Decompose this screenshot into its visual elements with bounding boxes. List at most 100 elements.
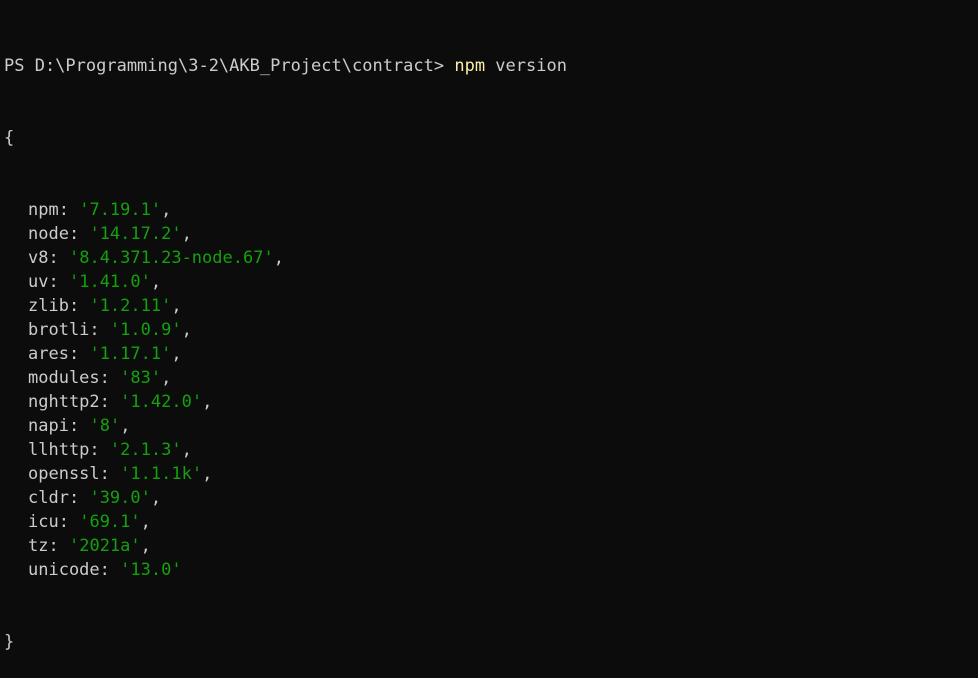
quote-close: ' — [140, 272, 151, 292]
entry-separator: : — [68, 296, 90, 316]
version-entry-brotli: brotli: '1.0.9', — [4, 318, 978, 342]
quote-open: ' — [89, 296, 100, 316]
entry-key: icu — [28, 512, 59, 532]
command-line: PS D:\Programming\3-2\AKB_Project\contra… — [4, 54, 978, 78]
version-entry-uv: uv: '1.41.0', — [4, 270, 978, 294]
quote-open: ' — [79, 512, 90, 532]
version-entry-nghttp2: nghttp2: '1.42.0', — [4, 390, 978, 414]
entry-trailing: , — [171, 296, 182, 316]
entry-value: 2021a — [79, 536, 131, 556]
entry-trailing: , — [181, 320, 192, 340]
quote-open: ' — [68, 248, 80, 268]
quote-open: ' — [68, 272, 80, 292]
quote-open: ' — [89, 488, 100, 508]
quote-close: ' — [171, 320, 182, 340]
entry-value: 69.1 — [89, 512, 131, 532]
entry-value: 1.2.11 — [99, 296, 162, 316]
entry-trailing: , — [150, 488, 162, 508]
entry-separator: : — [68, 344, 90, 364]
entry-trailing: , — [161, 368, 172, 388]
version-entry-ares: ares: '1.17.1', — [4, 342, 978, 366]
entry-value: 1.42.0 — [130, 392, 192, 412]
version-entry-unicode: unicode: '13.0' — [4, 558, 978, 582]
entry-separator: : — [58, 512, 80, 532]
quote-open: ' — [89, 416, 100, 436]
entry-trailing: , — [150, 272, 162, 292]
quote-close: ' — [150, 200, 162, 220]
open-brace: { — [4, 128, 15, 148]
entry-key: ares — [28, 344, 69, 364]
quote-open: ' — [79, 200, 90, 220]
quote-open: ' — [120, 464, 131, 484]
entry-key: unicode — [28, 560, 100, 580]
quote-close: ' — [171, 560, 182, 580]
entry-trailing: , — [181, 440, 192, 460]
version-entry-npm: npm: '7.19.1', — [4, 198, 978, 222]
version-entry-napi: napi: '8', — [4, 414, 978, 438]
entry-separator: : — [48, 248, 69, 268]
version-entry-zlib: zlib: '1.2.11', — [4, 294, 978, 318]
entry-key: npm — [28, 200, 59, 220]
entry-key: brotli — [28, 320, 90, 340]
entry-key: uv — [28, 272, 49, 292]
entry-separator: : — [99, 464, 121, 484]
quote-open: ' — [89, 224, 100, 244]
entry-trailing: , — [273, 248, 284, 268]
quote-open: ' — [109, 320, 121, 340]
version-list: npm: '7.19.1', node: '14.17.2', v8: '8.4.3… — [4, 198, 978, 582]
entry-separator: : — [99, 368, 121, 388]
entry-key: napi — [28, 416, 69, 436]
quote-open: ' — [120, 368, 131, 388]
version-entry-modules: modules: '83', — [4, 366, 978, 390]
entry-key: cldr — [28, 488, 69, 508]
entry-trailing: , — [120, 416, 131, 436]
quote-close: ' — [109, 416, 121, 436]
entry-value: 14.17.2 — [99, 224, 172, 244]
entry-value: 39.0 — [99, 488, 141, 508]
entry-separator: : — [99, 560, 121, 580]
command-name: npm — [454, 56, 486, 76]
entry-trailing: , — [202, 464, 213, 484]
entry-separator: : — [68, 488, 90, 508]
entry-separator: : — [99, 392, 121, 412]
entry-separator: : — [89, 320, 110, 340]
entry-value: 1.17.1 — [99, 344, 162, 364]
quote-close: ' — [161, 296, 172, 316]
entry-value: 1.41.0 — [79, 272, 141, 292]
entry-value: 2.1.3 — [120, 440, 172, 460]
entry-separator: : — [48, 272, 69, 292]
entry-separator: : — [68, 416, 90, 436]
entry-key: nghttp2 — [28, 392, 100, 412]
entry-trailing: , — [181, 224, 192, 244]
version-entry-node: node: '14.17.2', — [4, 222, 978, 246]
entry-trailing: , — [140, 536, 151, 556]
quote-open: ' — [120, 392, 131, 412]
version-entry-tz: tz: '2021a', — [4, 534, 978, 558]
quote-open: ' — [89, 344, 100, 364]
entry-value: 8 — [99, 416, 110, 436]
terminal-window[interactable]: PS D:\Programming\3-2\AKB_Project\contra… — [0, 0, 978, 652]
entry-separator: : — [48, 536, 69, 556]
entry-separator: : — [58, 200, 80, 220]
quote-close: ' — [171, 224, 182, 244]
version-entry-llhttp: llhttp: '2.1.3', — [4, 438, 978, 462]
version-entry-openssl: openssl: '1.1.1k', — [4, 462, 978, 486]
entry-separator: : — [89, 440, 110, 460]
quote-close: ' — [140, 488, 151, 508]
entry-key: openssl — [28, 464, 100, 484]
version-entry-icu: icu: '69.1', — [4, 510, 978, 534]
entry-value: 83 — [130, 368, 151, 388]
entry-value: 1.0.9 — [120, 320, 172, 340]
entry-trailing: , — [202, 392, 213, 412]
entry-value: 7.19.1 — [89, 200, 151, 220]
version-entry-v8: v8: '8.4.371.23-node.67', — [4, 246, 978, 270]
entry-key: node — [28, 224, 69, 244]
entry-trailing: , — [161, 200, 172, 220]
prompt-text: PS D:\Programming\3-2\AKB_Project\contra… — [4, 56, 455, 76]
quote-close: ' — [130, 536, 141, 556]
quote-close: ' — [191, 392, 203, 412]
quote-close: ' — [171, 440, 182, 460]
quote-close: ' — [263, 248, 274, 268]
command-args: version — [485, 56, 567, 76]
quote-open: ' — [120, 560, 131, 580]
